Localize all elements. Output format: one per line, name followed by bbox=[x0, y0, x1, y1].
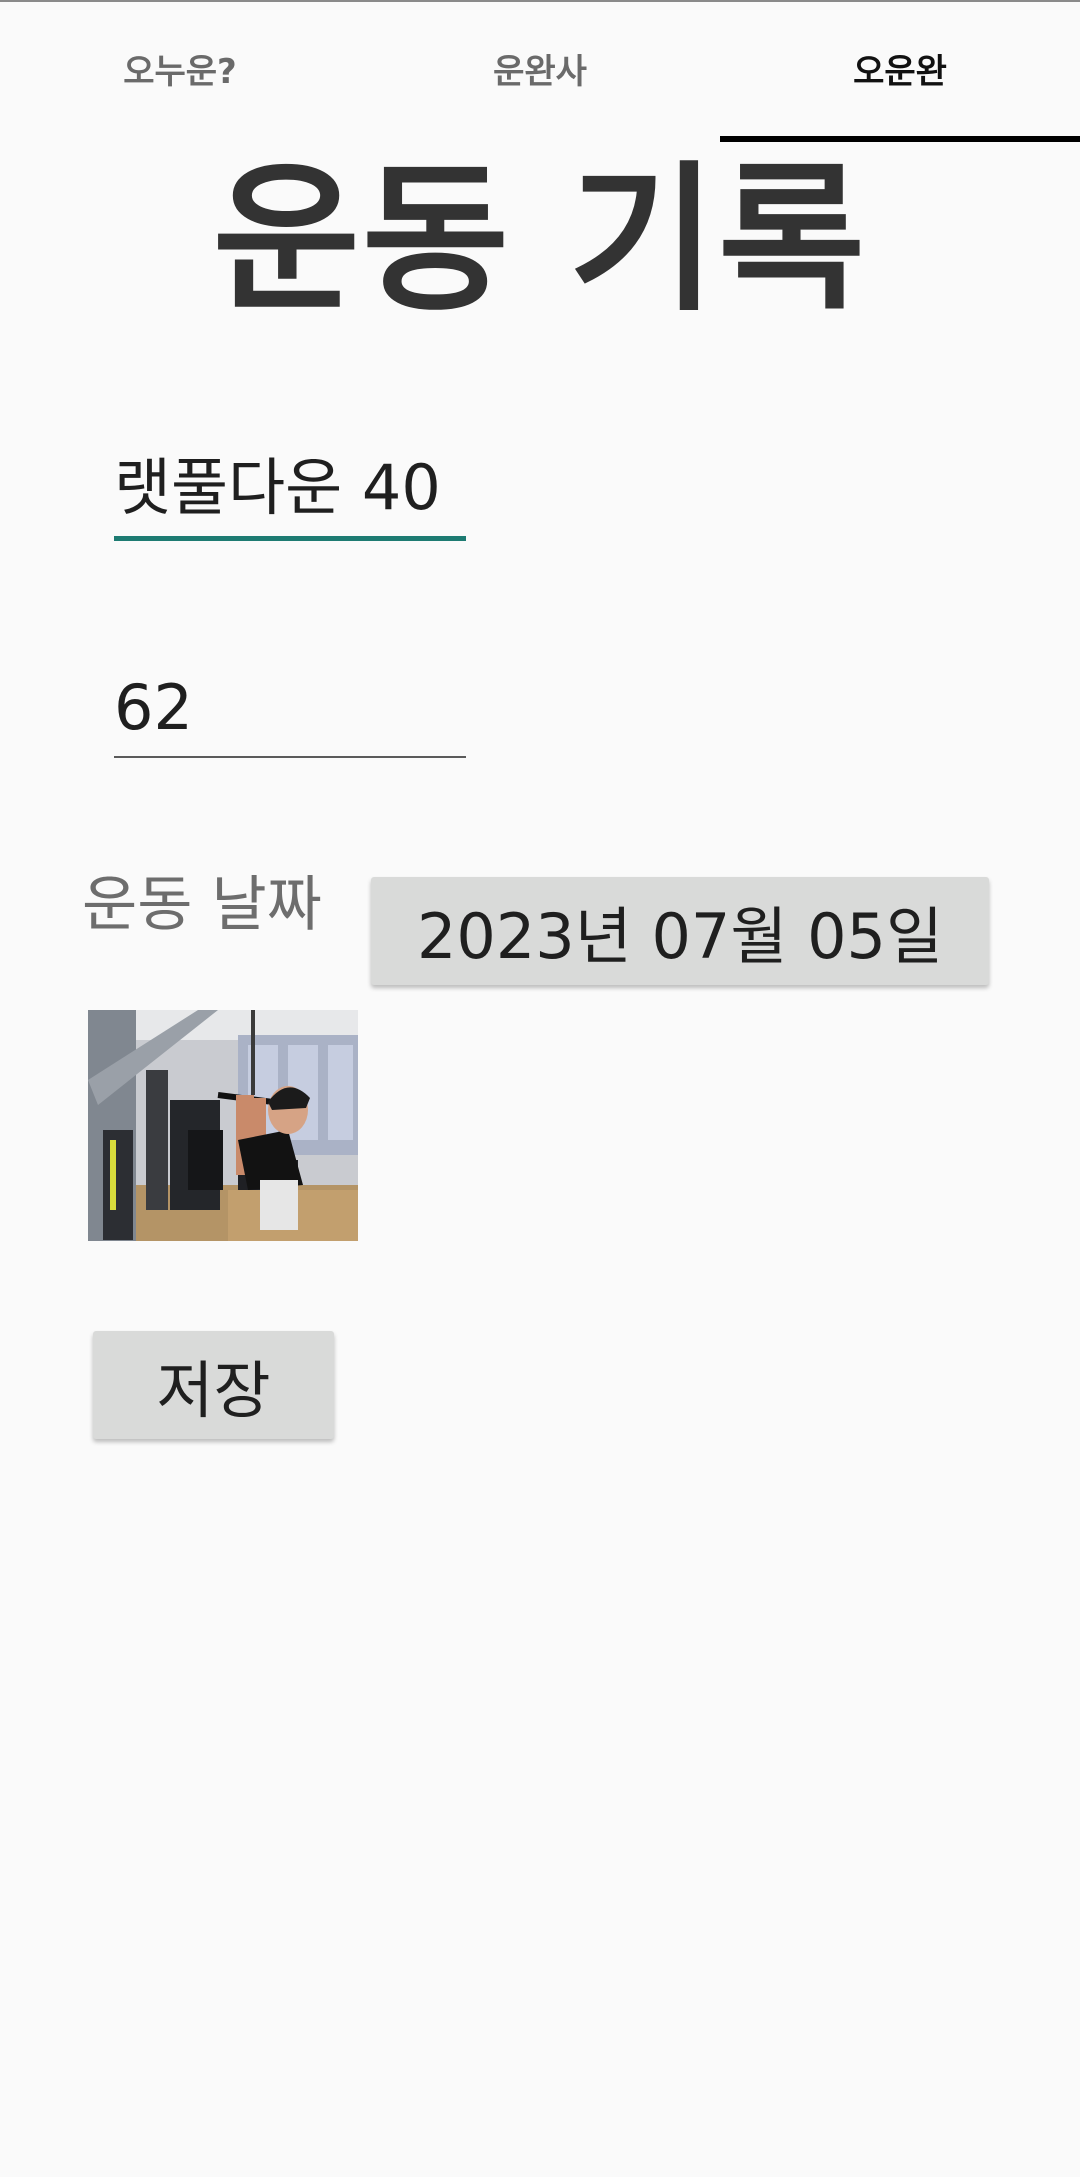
date-picker-button[interactable]: 2023년 07월 05일 bbox=[371, 877, 989, 985]
tab-ounwan[interactable]: 오운완 bbox=[720, 2, 1080, 142]
tab-label: 운완사 bbox=[493, 51, 587, 92]
workout-photo-image bbox=[88, 1010, 358, 1241]
reps-field[interactable]: 62 bbox=[114, 668, 466, 758]
exercise-name-input[interactable]: 랫풀다운 40 bbox=[114, 448, 466, 528]
tab-onuun[interactable]: 오누운? bbox=[0, 2, 360, 142]
exercise-name-field[interactable]: 랫풀다운 40 bbox=[114, 448, 466, 541]
save-button[interactable]: 저장 bbox=[93, 1331, 334, 1439]
workout-photo[interactable] bbox=[88, 1010, 358, 1241]
tab-label: 오누운? bbox=[123, 51, 237, 92]
tab-label: 오운완 bbox=[853, 51, 947, 92]
page-title: 운동 기록 bbox=[212, 146, 868, 333]
reps-input[interactable]: 62 bbox=[114, 668, 466, 748]
tab-bar: 오누운? 운완사 오운완 bbox=[0, 2, 1080, 142]
screen: 오누운? 운완사 오운완 운동 기록 랫풀다운 40 62 운동 날짜 2023… bbox=[0, 0, 1080, 2177]
input-underline bbox=[114, 756, 466, 758]
active-tab-indicator bbox=[720, 136, 1080, 142]
date-label: 운동 날짜 bbox=[82, 870, 322, 940]
tab-unwansa[interactable]: 운완사 bbox=[360, 2, 720, 142]
input-underline bbox=[114, 536, 466, 541]
